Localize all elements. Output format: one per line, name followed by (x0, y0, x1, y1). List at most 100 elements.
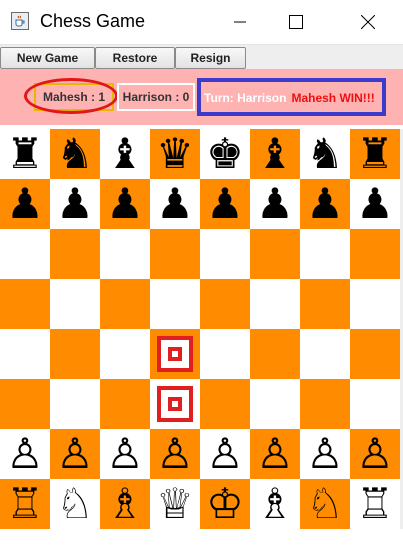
board-square[interactable] (300, 229, 350, 279)
board-square[interactable] (100, 229, 150, 279)
chess-piece-icon[interactable]: ♜ (6, 129, 44, 179)
board-square[interactable]: ♞ (50, 129, 100, 179)
board-square[interactable] (200, 229, 250, 279)
chess-piece-icon[interactable]: ♟ (6, 179, 44, 229)
board-square[interactable] (150, 279, 200, 329)
board-square[interactable] (100, 279, 150, 329)
board-square[interactable]: ♟ (200, 179, 250, 229)
board-square[interactable]: ♟ (350, 179, 400, 229)
chess-piece-icon[interactable]: ♜ (356, 129, 394, 179)
board-square[interactable]: ♞ (300, 129, 350, 179)
board-square[interactable] (0, 279, 50, 329)
chess-piece-icon[interactable]: ♙ (206, 429, 244, 479)
board-square[interactable] (200, 379, 250, 429)
chess-piece-icon[interactable]: ♗ (106, 479, 144, 529)
board-square[interactable]: ♟ (250, 179, 300, 229)
board-square[interactable] (250, 329, 300, 379)
resign-button[interactable]: Resign (175, 47, 246, 69)
chess-piece-icon[interactable]: ♙ (56, 429, 94, 479)
board-square[interactable]: ♟ (150, 179, 200, 229)
board-square[interactable] (50, 229, 100, 279)
minimize-button[interactable] (217, 0, 263, 44)
board-square[interactable]: ♜ (0, 129, 50, 179)
board-square[interactable] (300, 379, 350, 429)
board-square[interactable] (350, 329, 400, 379)
board-square[interactable]: ♙ (150, 429, 200, 479)
board-square[interactable] (150, 329, 200, 379)
chess-piece-icon[interactable]: ♟ (106, 179, 144, 229)
board-square[interactable]: ♕ (150, 479, 200, 529)
chess-piece-icon[interactable]: ♛ (156, 129, 194, 179)
move-target-icon[interactable] (157, 336, 193, 372)
board-square[interactable]: ♟ (100, 179, 150, 229)
new-game-button[interactable]: New Game (0, 47, 95, 69)
close-button[interactable] (345, 0, 391, 44)
chess-piece-icon[interactable]: ♗ (256, 479, 294, 529)
board-square[interactable] (0, 229, 50, 279)
chess-piece-icon[interactable]: ♘ (306, 479, 344, 529)
chess-piece-icon[interactable]: ♝ (106, 129, 144, 179)
chess-piece-icon[interactable]: ♙ (6, 429, 44, 479)
chess-piece-icon[interactable]: ♖ (356, 479, 394, 529)
board-square[interactable]: ♙ (0, 429, 50, 479)
board-square[interactable] (350, 279, 400, 329)
board-square[interactable]: ♝ (100, 129, 150, 179)
chess-piece-icon[interactable]: ♞ (306, 129, 344, 179)
chess-piece-icon[interactable]: ♖ (6, 479, 44, 529)
board-square[interactable]: ♙ (350, 429, 400, 479)
chess-piece-icon[interactable]: ♟ (356, 179, 394, 229)
board-square[interactable] (100, 329, 150, 379)
board-square[interactable]: ♚ (200, 129, 250, 179)
chess-piece-icon[interactable]: ♙ (106, 429, 144, 479)
board-square[interactable]: ♟ (0, 179, 50, 229)
board-square[interactable] (350, 379, 400, 429)
chess-piece-icon[interactable]: ♟ (256, 179, 294, 229)
board-square[interactable] (0, 329, 50, 379)
board-square[interactable]: ♜ (350, 129, 400, 179)
coffee-cup-icon[interactable] (11, 12, 29, 30)
chess-piece-icon[interactable]: ♟ (206, 179, 244, 229)
board-square[interactable] (50, 279, 100, 329)
board-square[interactable]: ♔ (200, 479, 250, 529)
board-square[interactable]: ♖ (350, 479, 400, 529)
board-square[interactable] (150, 379, 200, 429)
board-square[interactable]: ♙ (100, 429, 150, 479)
board-square[interactable] (0, 379, 50, 429)
move-target-icon[interactable] (157, 386, 193, 422)
chess-piece-icon[interactable]: ♕ (156, 479, 194, 529)
board-square[interactable]: ♘ (50, 479, 100, 529)
board-square[interactable]: ♘ (300, 479, 350, 529)
board-square[interactable]: ♟ (300, 179, 350, 229)
chess-piece-icon[interactable]: ♙ (356, 429, 394, 479)
board-square[interactable] (250, 279, 300, 329)
board-square[interactable]: ♙ (50, 429, 100, 479)
chess-piece-icon[interactable]: ♙ (306, 429, 344, 479)
board-square[interactable] (300, 279, 350, 329)
chess-piece-icon[interactable]: ♘ (56, 479, 94, 529)
restore-button[interactable]: Restore (95, 47, 175, 69)
chess-piece-icon[interactable]: ♙ (156, 429, 194, 479)
board-square[interactable] (50, 379, 100, 429)
chess-piece-icon[interactable]: ♔ (206, 479, 244, 529)
board-square[interactable] (200, 329, 250, 379)
board-square[interactable]: ♗ (100, 479, 150, 529)
chess-piece-icon[interactable]: ♝ (256, 129, 294, 179)
chess-piece-icon[interactable]: ♞ (56, 129, 94, 179)
board-square[interactable]: ♖ (0, 479, 50, 529)
chess-piece-icon[interactable]: ♚ (206, 129, 244, 179)
board-square[interactable]: ♙ (250, 429, 300, 479)
maximize-button[interactable] (273, 0, 319, 44)
board-square[interactable]: ♙ (300, 429, 350, 479)
board-square[interactable] (100, 379, 150, 429)
board-square[interactable]: ♙ (200, 429, 250, 479)
chess-piece-icon[interactable]: ♟ (156, 179, 194, 229)
board-square[interactable] (50, 329, 100, 379)
board-square[interactable]: ♟ (50, 179, 100, 229)
board-square[interactable] (350, 229, 400, 279)
board-square[interactable] (300, 329, 350, 379)
board-square[interactable] (150, 229, 200, 279)
board-square[interactable] (250, 379, 300, 429)
board-square[interactable] (200, 279, 250, 329)
chess-piece-icon[interactable]: ♟ (306, 179, 344, 229)
board-square[interactable]: ♗ (250, 479, 300, 529)
